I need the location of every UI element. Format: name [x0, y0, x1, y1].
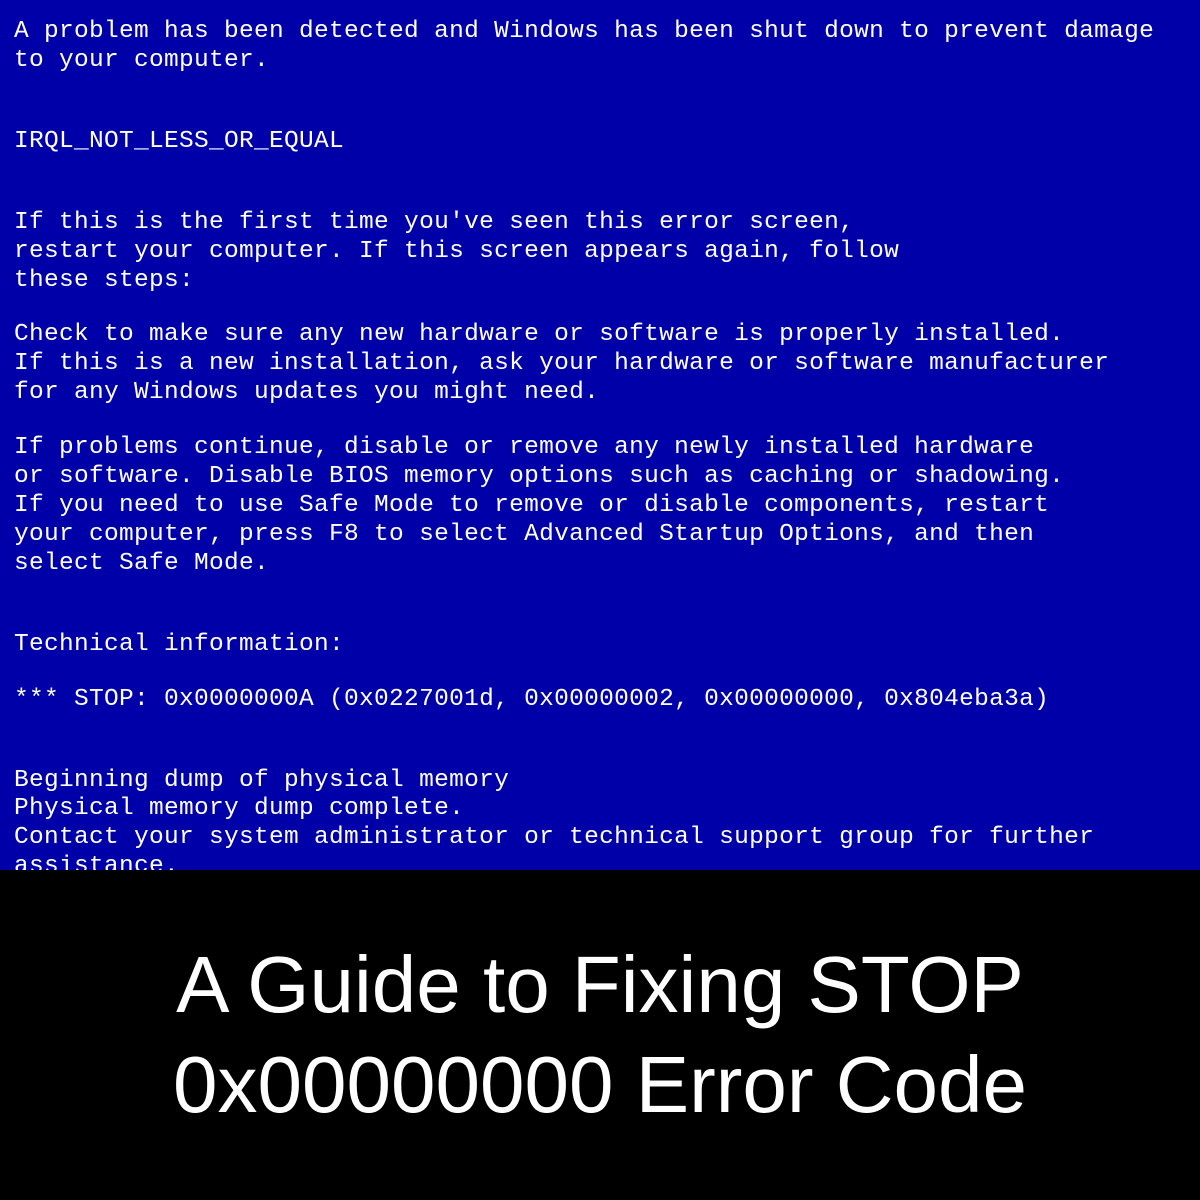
bsod-contact-support: Contact your system administrator or tec…	[14, 824, 1186, 870]
bsod-stop-code: *** STOP: 0x0000000A (0x0227001d, 0x0000…	[14, 686, 1186, 715]
bsod-intro: A problem has been detected and Windows …	[14, 18, 1186, 76]
article-title: A Guide to Fixing STOP 0x00000000 Error …	[40, 935, 1160, 1135]
bsod-check-hardware-text: Check to make sure any new hardware or s…	[14, 321, 1186, 408]
caption-bar: A Guide to Fixing STOP 0x00000000 Error …	[0, 870, 1200, 1200]
bsod-problems-continue-text: If problems continue, disable or remove …	[14, 434, 1186, 579]
bsod-error-name: IRQL_NOT_LESS_OR_EQUAL	[14, 128, 1186, 157]
bsod-dump-complete: Physical memory dump complete.	[14, 795, 1186, 824]
bsod-first-time-text: If this is the first time you've seen th…	[14, 209, 1186, 296]
bsod-screen: A problem has been detected and Windows …	[0, 0, 1200, 870]
bsod-technical-info-label: Technical information:	[14, 631, 1186, 660]
bsod-dump-begin: Beginning dump of physical memory	[14, 767, 1186, 796]
